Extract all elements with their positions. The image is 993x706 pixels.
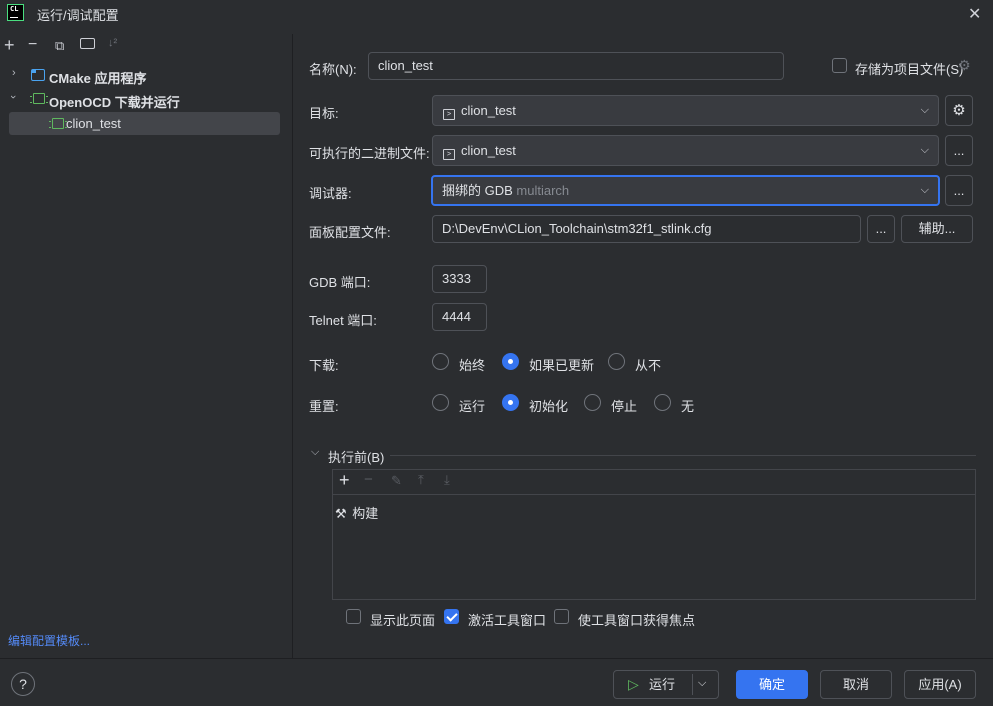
download-if-updated-radio[interactable] bbox=[502, 353, 519, 370]
before-launch-toolbar: + − ✎ ⤒ ⤓ bbox=[333, 470, 975, 495]
reset-run-radio[interactable] bbox=[432, 394, 449, 411]
store-as-file-label: 存储为项目文件(S) bbox=[855, 62, 964, 77]
tree-item-label: CMake 应用程序 bbox=[49, 71, 147, 86]
move-down-icon[interactable]: ⤓ bbox=[444, 472, 450, 488]
add-icon[interactable]: + bbox=[339, 470, 350, 491]
window-title: 运行/调试配置 bbox=[37, 8, 119, 23]
add-icon[interactable]: + bbox=[4, 35, 15, 56]
tree-item-clion-test[interactable]: clion_test bbox=[9, 112, 280, 135]
footer-divider bbox=[0, 658, 993, 659]
run-split-button[interactable]: ▷ 运行 ⌵ bbox=[613, 670, 719, 699]
name-label: 名称(N): bbox=[309, 62, 357, 77]
reset-init-radio[interactable] bbox=[502, 394, 519, 411]
chip-icon bbox=[49, 118, 67, 129]
apply-button[interactable]: 应用(A) bbox=[904, 670, 976, 699]
assist-button[interactable]: 辅助... bbox=[901, 215, 973, 243]
gdb-port-label: GDB 端口: bbox=[309, 275, 371, 290]
activate-window-label: 激活工具窗口 bbox=[468, 613, 547, 628]
reset-init-label: 初始化 bbox=[529, 399, 569, 414]
reset-none-radio[interactable] bbox=[654, 394, 671, 411]
hammer-icon: ⚒ bbox=[335, 506, 347, 521]
target-value: clion_test bbox=[461, 103, 516, 118]
remove-icon[interactable]: − bbox=[364, 471, 373, 488]
download-always-label: 始终 bbox=[459, 358, 486, 373]
play-icon: ▷ bbox=[628, 676, 639, 692]
chevron-down-icon[interactable]: ⌵ bbox=[311, 446, 319, 459]
chevron-down-icon[interactable]: › bbox=[7, 95, 19, 99]
reset-halt-label: 停止 bbox=[611, 399, 638, 414]
task-label: 构建 bbox=[352, 506, 379, 521]
before-launch-label[interactable]: 执行前(B) bbox=[328, 447, 384, 466]
store-as-file-checkbox[interactable] bbox=[832, 58, 847, 73]
edit-icon[interactable]: ✎ bbox=[391, 473, 402, 489]
target-label: 目标: bbox=[309, 106, 339, 121]
executable-select[interactable]: > clion_test ⌵ bbox=[432, 135, 939, 166]
gear-icon: ⚙ bbox=[952, 102, 966, 119]
tree-item-cmake[interactable]: › CMake 应用程序 bbox=[0, 64, 292, 86]
pane-divider bbox=[292, 34, 293, 658]
board-config-label: 面板配置文件: bbox=[309, 225, 391, 240]
reset-run-label: 运行 bbox=[459, 399, 486, 414]
debugger-hint: multiarch bbox=[516, 183, 570, 198]
chip-icon bbox=[30, 93, 48, 104]
copy-icon[interactable]: ⧉ bbox=[55, 38, 64, 54]
executable-value: clion_test bbox=[461, 143, 516, 158]
target-settings-button[interactable]: ⚙ bbox=[945, 95, 973, 126]
gdb-port-input[interactable]: 3333 bbox=[432, 265, 487, 293]
ok-button[interactable]: 确定 bbox=[736, 670, 808, 699]
terminal-icon: > bbox=[443, 149, 455, 160]
sort-icon[interactable]: ↓² bbox=[108, 37, 117, 49]
remove-icon[interactable]: − bbox=[28, 36, 37, 54]
executable-browse-button[interactable]: ... bbox=[945, 135, 973, 166]
help-button[interactable]: ? bbox=[11, 672, 35, 696]
edit-templates-link[interactable]: 编辑配置模板... bbox=[8, 632, 90, 649]
reset-none-label: 无 bbox=[681, 399, 695, 414]
chevron-right-icon[interactable]: › bbox=[12, 67, 16, 79]
move-up-icon[interactable]: ⤒ bbox=[418, 472, 424, 488]
clion-logo-icon: CL bbox=[7, 4, 24, 21]
list-item[interactable]: ⚒ 构建 bbox=[335, 503, 378, 522]
debugger-label: 调试器: bbox=[309, 186, 352, 201]
download-if-updated-label: 如果已更新 bbox=[529, 358, 595, 373]
show-page-checkbox[interactable] bbox=[346, 609, 361, 624]
download-never-radio[interactable] bbox=[608, 353, 625, 370]
executable-label: 可执行的二进制文件: bbox=[309, 146, 430, 161]
title-bar: CL 运行/调试配置 ✕ bbox=[0, 0, 993, 26]
tree-item-label: OpenOCD 下载并运行 bbox=[49, 95, 180, 110]
focus-window-label: 使工具窗口获得焦点 bbox=[578, 613, 696, 628]
chevron-down-icon: ⌵ bbox=[920, 184, 929, 196]
show-page-label: 显示此页面 bbox=[370, 613, 436, 628]
board-config-browse-button[interactable]: ... bbox=[867, 215, 895, 243]
cmake-icon bbox=[31, 69, 45, 81]
tree-item-label: clion_test bbox=[66, 116, 121, 131]
focus-window-checkbox[interactable] bbox=[554, 609, 569, 624]
telnet-port-input[interactable]: 4444 bbox=[432, 303, 487, 331]
activate-window-checkbox[interactable] bbox=[444, 609, 459, 624]
section-divider bbox=[390, 455, 976, 456]
board-config-input[interactable]: D:\DevEnv\CLion_Toolchain\stm32f1_stlink… bbox=[432, 215, 861, 243]
gear-icon[interactable]: ⚙ bbox=[958, 57, 971, 74]
folder-icon[interactable] bbox=[80, 38, 95, 49]
debugger-select[interactable]: 捆绑的 GDB multiarch ⌵ bbox=[431, 175, 940, 206]
cancel-button[interactable]: 取消 bbox=[820, 670, 892, 699]
target-select[interactable]: > clion_test ⌵ bbox=[432, 95, 939, 126]
debugger-browse-button[interactable]: ... bbox=[945, 175, 973, 206]
reset-halt-radio[interactable] bbox=[584, 394, 601, 411]
chevron-down-icon[interactable]: ⌵ bbox=[698, 670, 706, 697]
close-icon[interactable]: ✕ bbox=[968, 4, 981, 24]
reset-label: 重置: bbox=[309, 399, 339, 414]
download-never-label: 从不 bbox=[635, 358, 662, 373]
telnet-port-label: Telnet 端口: bbox=[309, 313, 377, 328]
before-launch-panel: + − ✎ ⤒ ⤓ ⚒ 构建 bbox=[332, 469, 976, 600]
split-divider bbox=[692, 674, 693, 695]
download-label: 下载: bbox=[309, 358, 339, 373]
tree-item-openocd[interactable]: › OpenOCD 下载并运行 bbox=[0, 88, 292, 110]
debugger-value: 捆绑的 GDB bbox=[442, 183, 513, 198]
name-input[interactable]: clion_test bbox=[368, 52, 784, 80]
run-label: 运行 bbox=[649, 677, 676, 692]
download-always-radio[interactable] bbox=[432, 353, 449, 370]
chevron-down-icon: ⌵ bbox=[920, 144, 929, 156]
terminal-icon: > bbox=[443, 109, 455, 120]
chevron-down-icon: ⌵ bbox=[920, 104, 929, 116]
